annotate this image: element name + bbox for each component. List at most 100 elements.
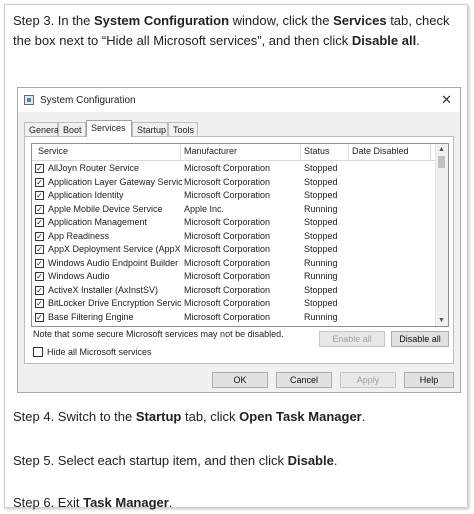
- service-status: Stopped: [304, 244, 338, 254]
- service-checkbox[interactable]: ✓: [35, 218, 44, 227]
- tab-services[interactable]: Services: [86, 120, 132, 137]
- table-row[interactable]: ✓ AllJoyn Router Service Microsoft Corpo…: [32, 162, 436, 175]
- column-divider[interactable]: [180, 144, 181, 160]
- apply-button[interactable]: Apply: [340, 372, 396, 388]
- tab-tools[interactable]: Tools: [168, 122, 198, 136]
- service-status: Running: [304, 271, 338, 281]
- column-divider[interactable]: [348, 144, 349, 160]
- column-header-date-disabled[interactable]: Date Disabled: [352, 146, 409, 156]
- tab-general[interactable]: General: [24, 122, 61, 136]
- enable-all-button[interactable]: Enable all: [319, 331, 385, 347]
- step-3-bold-button: Disable all: [351, 33, 417, 48]
- table-row[interactable]: ✓ BitLocker Drive Encryption Service Mic…: [32, 297, 436, 310]
- table-row[interactable]: ✓ Apple Mobile Device Service Apple Inc.…: [32, 203, 436, 216]
- service-manufacturer: Microsoft Corporation: [184, 190, 271, 200]
- step-3-bold-window: System Configuration: [93, 13, 230, 28]
- service-name: Base Filtering Engine: [48, 311, 134, 322]
- service-status: Stopped: [304, 230, 338, 241]
- column-divider[interactable]: [430, 144, 431, 160]
- service-checkbox[interactable]: ✓: [35, 272, 44, 281]
- step-3-bold-tab: Services: [333, 13, 387, 28]
- service-status: Running: [304, 311, 338, 322]
- close-icon[interactable]: ✕: [441, 92, 452, 108]
- article-frame: Step 3. In the System Configuration wind…: [4, 4, 468, 510]
- column-header-service[interactable]: Service: [38, 146, 68, 156]
- tab-boot[interactable]: Boot: [58, 122, 86, 136]
- service-name: Application Layer Gateway Service: [48, 176, 182, 187]
- column-header-manufacturer[interactable]: Manufacturer: [184, 146, 237, 156]
- table-row[interactable]: ✓ Windows Audio Microsoft Corporation Ru…: [32, 270, 436, 283]
- step-3-text: Step 3. In the System Configuration wind…: [13, 11, 459, 51]
- table-row[interactable]: ✓ App Readiness Microsoft Corporation St…: [32, 230, 436, 243]
- services-panel: Service Manufacturer Status Date Disable…: [24, 136, 454, 364]
- services-list[interactable]: Service Manufacturer Status Date Disable…: [31, 143, 449, 327]
- service-status: Stopped: [304, 298, 338, 308]
- secure-services-note: Note that some secure Microsoft services…: [33, 329, 284, 339]
- service-checkbox[interactable]: ✓: [35, 177, 44, 187]
- step-3-prefix: Step 3. In the: [13, 13, 94, 28]
- tab-startup[interactable]: Startup: [132, 122, 168, 136]
- hide-microsoft-services-checkbox[interactable]: [33, 347, 43, 357]
- step-3-suffix: .: [416, 33, 420, 48]
- service-manufacturer: Microsoft Corporation: [184, 298, 271, 308]
- table-row[interactable]: ✓ Windows Audio Endpoint Builder Microso…: [32, 257, 436, 270]
- service-checkbox[interactable]: ✓: [35, 312, 44, 322]
- step-6-prefix: Step 6. Exit: [13, 495, 84, 510]
- service-checkbox[interactable]: ✓: [35, 258, 44, 268]
- service-checkbox[interactable]: ✓: [35, 164, 44, 173]
- vertical-scrollbar[interactable]: ▲ ▼: [435, 144, 448, 326]
- system-configuration-dialog: System Configuration ✕ General Boot Serv…: [17, 87, 461, 393]
- service-manufacturer: Microsoft Corporation: [184, 217, 271, 227]
- hide-microsoft-services-label[interactable]: Hide all Microsoft services: [47, 347, 152, 357]
- service-manufacturer: Microsoft Corporation: [184, 244, 271, 254]
- service-manufacturer: Apple Inc.: [184, 203, 225, 214]
- service-status: Stopped: [304, 217, 338, 227]
- table-row[interactable]: ✓ Base Filtering Engine Microsoft Corpor…: [32, 311, 436, 324]
- title-bar: System Configuration ✕: [18, 88, 460, 112]
- table-row[interactable]: ✓ AppX Deployment Service (AppX... Micro…: [32, 243, 436, 256]
- help-button[interactable]: Help: [404, 372, 454, 388]
- scroll-thumb[interactable]: [438, 156, 445, 168]
- service-manufacturer: Microsoft Corporation: [184, 176, 271, 187]
- service-checkbox[interactable]: ✓: [35, 191, 44, 200]
- column-header-status[interactable]: Status: [304, 146, 330, 156]
- column-divider[interactable]: [300, 144, 301, 160]
- table-row[interactable]: ✓ ActiveX Installer (AxInstSV) Microsoft…: [32, 284, 436, 297]
- table-row[interactable]: ✓ Application Layer Gateway Service Micr…: [32, 176, 436, 189]
- service-checkbox[interactable]: ✓: [35, 299, 44, 308]
- cancel-button[interactable]: Cancel: [276, 372, 332, 388]
- service-manufacturer: Microsoft Corporation: [184, 230, 271, 241]
- service-manufacturer: Microsoft Corporation: [184, 284, 271, 295]
- step-4-bold-tab: Startup: [135, 409, 182, 424]
- scroll-up-icon[interactable]: ▲: [438, 146, 445, 153]
- service-checkbox[interactable]: ✓: [35, 231, 44, 241]
- service-checkbox[interactable]: ✓: [35, 285, 44, 295]
- service-name: Windows Audio: [48, 271, 110, 281]
- list-header: Service Manufacturer Status Date Disable…: [32, 144, 436, 161]
- service-manufacturer: Microsoft Corporation: [184, 257, 271, 268]
- service-name: AppX Deployment Service (AppX...: [48, 244, 180, 254]
- service-checkbox[interactable]: ✓: [35, 204, 44, 214]
- service-name: AllJoyn Router Service: [48, 163, 140, 173]
- step-5-bold-button: Disable: [287, 453, 334, 468]
- msconfig-app-icon: [24, 95, 34, 105]
- service-name: Apple Mobile Device Service: [48, 203, 163, 214]
- ok-button[interactable]: OK: [212, 372, 268, 388]
- step-5-suffix: .: [333, 453, 338, 468]
- step-6-bold-app: Task Manager: [83, 495, 169, 510]
- step-4-prefix: Step 4. Switch to the: [13, 409, 136, 424]
- service-manufacturer: Microsoft Corporation: [184, 163, 271, 173]
- service-name: Application Identity: [48, 190, 124, 200]
- step-4-suffix: .: [361, 409, 366, 424]
- table-row[interactable]: ✓ Application Management Microsoft Corpo…: [32, 216, 436, 229]
- service-checkbox[interactable]: ✓: [35, 245, 44, 254]
- service-name: ActiveX Installer (AxInstSV): [48, 284, 159, 295]
- scroll-down-icon[interactable]: ▼: [438, 317, 445, 324]
- step-4-bold-button: Open Task Manager: [239, 409, 362, 424]
- step-5-prefix: Step 5. Select each startup item, and th…: [13, 453, 288, 468]
- step-5-text: Step 5. Select each startup item, and th…: [13, 451, 337, 471]
- step-4-text: Step 4. Switch to the Startup tab, click…: [13, 407, 365, 427]
- service-manufacturer: Microsoft Corporation: [184, 271, 271, 281]
- table-row[interactable]: ✓ Application Identity Microsoft Corpora…: [32, 189, 436, 202]
- disable-all-button[interactable]: Disable all: [391, 331, 449, 347]
